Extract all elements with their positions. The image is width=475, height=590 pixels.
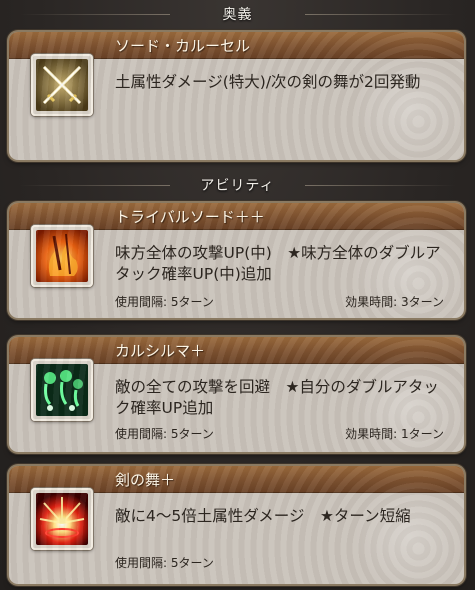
- crossed-swords-icon: [36, 59, 88, 111]
- ougi-name: ソード・カルーセル: [115, 37, 251, 55]
- ability-duration-2: 効果時間: 1ターン: [345, 427, 444, 441]
- ability-card-2[interactable]: カルシルマ＋ 敵の全ての攻撃を回避 ★自分のダブルアタック確率UP追加 使用間隔…: [9, 337, 464, 452]
- ability-name-1: トライバルソード＋＋: [115, 208, 265, 226]
- red-burst-icon: [36, 493, 88, 545]
- ability-description-2: 敵の全ての攻撃を回避 ★自分のダブルアタック確率UP追加: [115, 378, 439, 417]
- ability-cooldown-1: 使用間隔: 5ターン: [115, 295, 214, 309]
- ability-cooldown-2: 使用間隔: 5ターン: [115, 427, 214, 441]
- ability-name-2: カルシルマ＋: [115, 342, 206, 360]
- ability-section-label: アビリティ: [200, 178, 275, 194]
- ability-description-3: 敵に4〜5倍土属性ダメージ ★ターン短縮: [115, 507, 411, 525]
- ability-description-1: 味方全体の攻撃UP(中) ★味方全体のダブルアタック確率UP(中)追加: [115, 244, 441, 283]
- ability-card-3[interactable]: 剣の舞＋ 敵に4〜5倍土属性ダメージ ★ターン短縮 使用間隔: 5ターン: [9, 466, 464, 584]
- ability-section-header: アビリティ: [0, 175, 475, 195]
- tribal-flame-icon: [36, 230, 88, 282]
- ability-icon-frame-2: [31, 359, 93, 421]
- green-spirits-icon: [36, 364, 88, 416]
- ability-icon-frame-3: [31, 488, 93, 550]
- ability-name-3: 剣の舞＋: [115, 471, 176, 489]
- ougi-section-label: 奥義: [222, 7, 253, 23]
- ougi-icon-frame: [31, 54, 93, 116]
- ability-card-1[interactable]: トライバルソード＋＋ 味方全体の攻撃UP(中) ★味方全体のダブルアタック確率U…: [9, 203, 464, 318]
- ability-cooldown-3: 使用間隔: 5ターン: [115, 556, 214, 570]
- ability-duration-1: 効果時間: 3ターン: [345, 295, 444, 309]
- ougi-card[interactable]: ソード・カルーセル 土属性ダメージ(特大)/次の剣の舞が2回発動: [9, 32, 464, 160]
- ougi-section-header: 奥義: [0, 4, 475, 24]
- ability-icon-frame-1: [31, 225, 93, 287]
- ougi-description: 土属性ダメージ(特大)/次の剣の舞が2回発動: [115, 73, 421, 91]
